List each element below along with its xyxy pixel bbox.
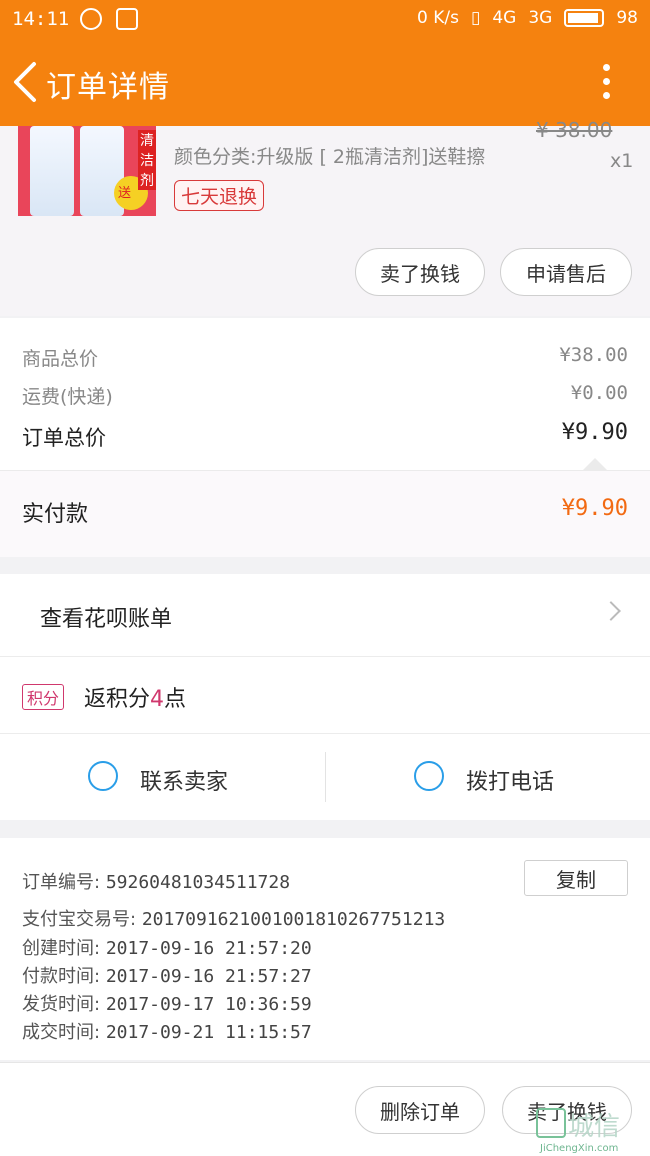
page-title: 订单详情	[46, 70, 170, 105]
paid-time-label: 付款时间:	[22, 966, 101, 987]
chat-icon	[88, 761, 118, 791]
paid-value: ¥9.90	[561, 496, 628, 521]
alipay-number: 2017091621001001810267751213	[141, 909, 446, 930]
product-spec: 颜色分类:升级版 [ 2瓶清洁剂]送鞋擦	[174, 146, 486, 168]
points-text: 返积分4点	[84, 681, 186, 713]
more-menu-icon[interactable]	[598, 64, 614, 104]
goods-total-label: 商品总价	[22, 348, 99, 370]
order-number: 59260481034511728	[105, 872, 291, 893]
after-sale-button[interactable]: 申请售后	[500, 248, 632, 296]
vibrate-icon: ▯	[471, 8, 481, 28]
points-prefix: 返积分	[84, 687, 151, 712]
sync-icon	[80, 8, 102, 30]
thumb-promo: 送	[118, 186, 132, 201]
created-label: 创建时间:	[22, 938, 101, 959]
network-speed: 0 K/s	[417, 8, 459, 28]
shipped-time: 2017-09-17 10:36:59	[105, 994, 312, 1015]
thumb-tag: 清洁剂	[138, 130, 156, 190]
paid-label: 实付款	[22, 502, 89, 527]
call-label: 拨打电话	[466, 770, 555, 795]
closed-label: 成交时间:	[22, 1022, 101, 1043]
closed-row: 成交时间: 2017-09-21 11:15:57	[22, 1018, 312, 1044]
order-number-label: 订单编号:	[22, 872, 101, 893]
goods-total-value: ¥38.00	[559, 344, 628, 366]
watermark-en: JiChengXin.com	[540, 1143, 619, 1154]
paid-time: 2017-09-16 21:57:27	[105, 966, 312, 987]
watermark-cn: 城信	[568, 1112, 621, 1142]
delete-order-button[interactable]: 删除订单	[355, 1086, 485, 1134]
paid-time-row: 付款时间: 2017-09-16 21:57:27	[22, 962, 312, 988]
original-price: ¥ 38.00	[536, 118, 613, 142]
product-thumbnail[interactable]: 清洁剂 送	[18, 126, 156, 216]
points-suffix: 点	[164, 687, 187, 712]
copy-button[interactable]: 复制	[524, 860, 628, 896]
battery-level: 98	[616, 8, 638, 28]
phone-icon	[414, 761, 444, 791]
order-total-label: 订单总价	[22, 426, 106, 450]
resell-button[interactable]: 卖了换钱	[355, 248, 485, 296]
alipay-label: 支付宝交易号:	[22, 909, 137, 930]
watermark-logo-icon	[536, 1108, 566, 1138]
huabei-bill-label: 查看花呗账单	[40, 607, 173, 632]
signal-3g: 3G	[528, 8, 553, 28]
paid-section	[0, 470, 650, 557]
order-number-row: 订单编号: 59260481034511728	[22, 868, 290, 894]
closed-time: 2017-09-21 11:15:57	[105, 1022, 312, 1043]
signal-4g: 4G	[492, 8, 517, 28]
points-tag: 积分	[22, 684, 65, 710]
shipped-label: 发货时间:	[22, 994, 101, 1015]
status-time: 14:11	[12, 8, 70, 30]
shipping-label: 运费(快递)	[22, 386, 113, 408]
contact-seller-label: 联系卖家	[140, 770, 229, 795]
pointer-arrow	[583, 458, 607, 470]
bottle-image	[30, 126, 74, 216]
points-count: 4	[150, 687, 165, 712]
seven-day-return-badge: 七天退换	[174, 180, 265, 211]
battery-icon	[564, 9, 605, 27]
order-total-value: ¥9.90	[561, 420, 628, 445]
alipay-row: 支付宝交易号: 2017091621001001810267751213	[22, 905, 445, 931]
status-bar: 14:11 0 K/s ▯ 4G 3G 98	[0, 0, 650, 40]
created-time: 2017-09-16 21:57:20	[105, 938, 312, 959]
shipping-value: ¥0.00	[570, 382, 628, 404]
created-row: 创建时间: 2017-09-16 21:57:20	[22, 934, 312, 960]
image-icon	[116, 8, 138, 30]
shipped-row: 发货时间: 2017-09-17 10:36:59	[22, 990, 312, 1016]
product-quantity: x1	[610, 150, 634, 172]
back-arrow-icon[interactable]	[10, 60, 40, 104]
